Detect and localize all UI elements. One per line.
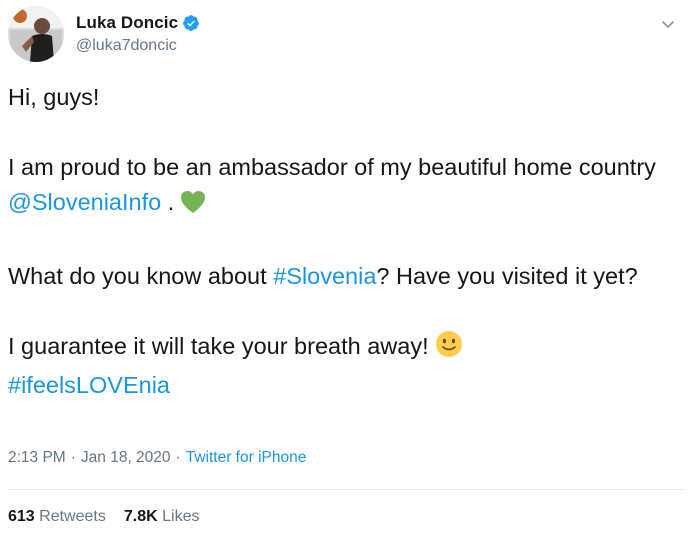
user-handle[interactable]: @luka7doncic (76, 37, 200, 55)
retweets-count: 613 (8, 508, 35, 525)
mention-link[interactable]: @SloveniaInfo (8, 189, 161, 215)
tweet-source-link[interactable]: Twitter for iPhone (186, 449, 307, 466)
question-text-start: What do you know about (8, 263, 274, 289)
tweet-date[interactable]: Jan 18, 2020 (81, 449, 171, 466)
meta-separator: · (70, 449, 76, 466)
chevron-down-icon[interactable] (658, 14, 678, 34)
avatar-photo (8, 6, 64, 62)
tweet-time[interactable]: 2:13 PM (8, 449, 66, 466)
tweet-header: Luka Doncic @luka7doncic (8, 6, 684, 62)
period-text: . (161, 189, 175, 215)
question-text-end: ? Have you visited it yet? (376, 263, 638, 289)
divider (8, 489, 684, 490)
avatar[interactable] (8, 6, 64, 62)
tweet-meta: 2:13 PM · Jan 18, 2020 · Twitter for iPhone (8, 449, 306, 467)
greeting-text: Hi, guys! (8, 84, 100, 110)
green-heart-emoji (180, 189, 206, 224)
tweet-card: Luka Doncic @luka7doncic Hi, guys! I am … (0, 0, 692, 544)
likes-count: 7.8K (123, 508, 158, 525)
hashtag-slovenia-link[interactable]: #Slovenia (273, 263, 376, 289)
user-names: Luka Doncic @luka7doncic (76, 12, 200, 55)
guarantee-text: I guarantee it will take your breath awa… (8, 333, 429, 359)
retweets-label: Retweets (39, 508, 106, 525)
tweet-paragraph: What do you know about #Slovenia? Have y… (8, 259, 684, 294)
tweet-text: Hi, guys! I am proud to be an ambassador… (8, 80, 684, 403)
tweet-paragraph: Hi, guys! (8, 80, 684, 115)
slightly-smiling-face-emoji (435, 330, 463, 368)
display-name[interactable]: Luka Doncic (76, 13, 178, 33)
ambassador-text: I am proud to be an ambassador of my bea… (8, 154, 656, 180)
tweet-paragraph: I guarantee it will take your breath awa… (8, 329, 684, 403)
likes-stat[interactable]: 7.8K Likes (124, 508, 200, 525)
retweets-stat[interactable]: 613 Retweets (8, 508, 106, 525)
likes-label: Likes (162, 508, 200, 525)
tweet-paragraph: I am proud to be an ambassador of my bea… (8, 150, 684, 224)
tweet-stats: 613 Retweets 7.8K Likes (8, 508, 199, 526)
hashtag-ifeelslovenia-link[interactable]: #ifeelsLOVEnia (8, 372, 170, 398)
verified-badge-icon (182, 14, 200, 32)
meta-separator: · (175, 449, 181, 466)
